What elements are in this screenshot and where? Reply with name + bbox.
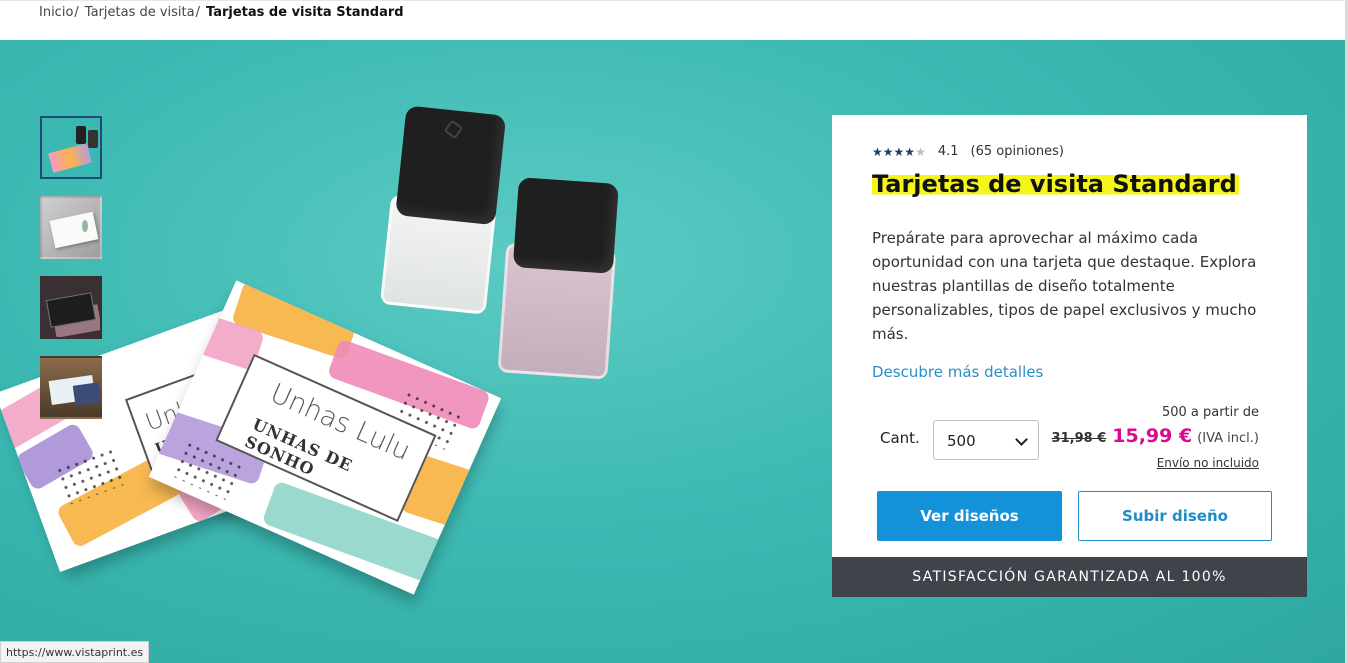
thumbnail-3[interactable] — [40, 276, 102, 339]
quantity-label: Cant. — [880, 429, 920, 447]
old-price: 31,98 € — [1051, 431, 1107, 446]
product-panel: ★ ★ ★ ★ ★ 4.1 (65 opiniones) Tarjetas de… — [832, 115, 1307, 597]
page-title: Tarjetas de visita Standard — [872, 170, 1239, 198]
product-description: Prepárate para aprovechar al máximo cada… — [872, 229, 1257, 343]
price-from-label: 500 a partir de — [1161, 405, 1259, 420]
breadcrumb-link-tarjetas[interactable]: Tarjetas de visita — [85, 5, 195, 20]
rating-value: 4.1 — [937, 144, 959, 159]
satisfaction-banner: SATISFACCIÓN GARANTIZADA AL 100% — [832, 557, 1307, 597]
thumbnail-4[interactable] — [40, 356, 102, 419]
view-designs-button[interactable]: Ver diseños — [877, 491, 1062, 541]
page-title-text: Tarjetas de visita Standard — [872, 170, 1239, 198]
star-empty-icon: ★ — [915, 144, 926, 159]
thumbnail-1[interactable] — [40, 116, 102, 179]
review-count-link[interactable]: (65 opiniones) — [971, 144, 1064, 159]
sale-price: 15,99 € — [1112, 425, 1193, 447]
star-icon: ★ — [882, 144, 894, 159]
breadcrumb-link-inicio[interactable]: Inicio — [39, 5, 73, 20]
rating-stars: ★ ★ ★ ★ ★ — [872, 145, 926, 159]
breadcrumb: Inicio / Tarjetas de visita / Tarjetas d… — [0, 0, 1348, 40]
product-page: Inicio / Tarjetas de visita / Tarjetas d… — [0, 0, 1348, 663]
details-link[interactable]: Descubre más detalles — [872, 363, 1043, 381]
upload-design-button[interactable]: Subir diseño — [1078, 491, 1272, 541]
status-bar-url: https://www.vistaprint.es — [0, 641, 150, 663]
star-icon: ★ — [893, 144, 905, 159]
product-rating[interactable]: ★ ★ ★ ★ ★ 4.1 (65 opiniones) — [872, 144, 1064, 159]
nail-polish-bottle-white — [378, 105, 512, 316]
tax-note: (IVA incl.) — [1197, 431, 1259, 446]
star-icon: ★ — [872, 144, 883, 159]
thumbnail-2[interactable] — [40, 196, 102, 259]
thumbnail-list — [40, 116, 102, 419]
breadcrumb-current: Tarjetas de visita Standard — [206, 5, 404, 20]
quantity-select[interactable]: 500 — [933, 420, 1039, 460]
breadcrumb-separator: / — [195, 5, 201, 20]
breadcrumb-separator: / — [74, 5, 79, 20]
star-icon: ★ — [904, 144, 916, 159]
shipping-link[interactable]: Envío no incluido — [1157, 456, 1259, 470]
chevron-down-icon — [1015, 433, 1028, 446]
nail-polish-bottle-pink — [491, 176, 623, 384]
price-row: 31,98 € 15,99 € (IVA incl.) — [1052, 425, 1259, 447]
quantity-value: 500 — [947, 432, 976, 450]
